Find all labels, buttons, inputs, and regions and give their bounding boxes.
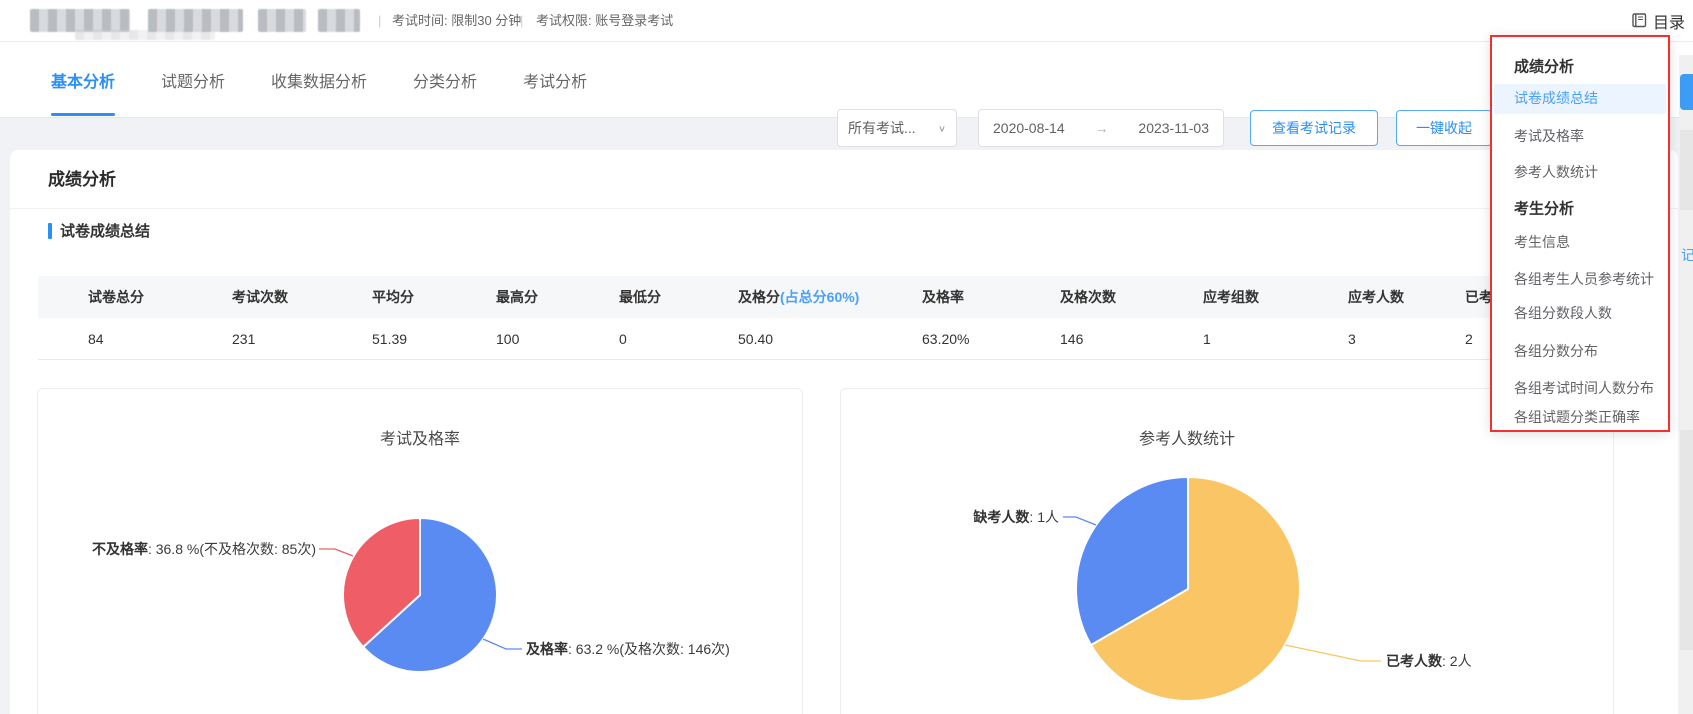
tab-5[interactable]: 考试分析 [523,44,587,116]
table-value-cell: 1 [1203,331,1211,347]
table-header-cell: 及格率 [922,289,964,305]
table-header-cell: 最高分 [496,289,538,305]
summary-table-header: 试卷总分 考试次数 平均分 最高分 最低分 及格分(占总分60%) 及格率 及格次数 应考组数 应… [38,276,1650,318]
label-leader-line [319,548,354,557]
catalog-item[interactable]: 各组考生人员参考统计 [1514,269,1654,289]
catalog-item[interactable]: 各组考试时间人数分布 [1514,378,1654,398]
table-value-cell: 63.20% [922,331,970,347]
table-header-cell: 及格分(占总分60%) [738,289,860,305]
label-leader-line [482,638,522,650]
catalog-item[interactable]: 各组试题分类正确率 [1514,407,1640,427]
table-header-cell: 最低分 [619,289,661,305]
date-start-value: 2020-08-14 [993,120,1065,136]
exam-analysis-page: | 考试时间: 限制30 分钟 | 考试权限: 账号登录考试 目录 基本分析 试题… [0,0,1693,714]
pie-chart-svg [1063,476,1381,702]
cutoff-link-fragment: 记 [1681,247,1693,263]
catalog-group-title: 成绩分析 [1514,58,1575,76]
tab-3[interactable]: 收集数据分析 [271,44,367,116]
table-value-cell: 146 [1060,331,1084,347]
table-value-cell: 50.40 [738,331,774,347]
pass-rate-chart-card: 考试及格率 不及格率: 36.8 %(不及格次数: 85次) 及格率: 63.2 %… [37,388,803,714]
main-content-card: 成绩分析 试卷成绩总结 试卷总分 考试次数 平均分 最高分 最低分 及格分(占总分60%)… [10,150,1678,714]
table-header-cell: 考试次数 [232,289,288,305]
top-header: | 考试时间: 限制30 分钟 | 考试权限: 账号登录考试 目录 [0,0,1693,42]
date-end-value: 2023-11-03 [1138,120,1209,136]
table-header-cell: 平均分 [372,289,414,305]
right-strip-segment [1680,130,1693,210]
catalog-item[interactable]: 考试及格率 [1514,126,1584,146]
table-value-cell: 231 [232,331,256,347]
tab-4[interactable]: 分类分析 [413,44,477,116]
table-value-cell: 0 [619,331,627,347]
chevron-down-icon: ∨ [937,123,946,134]
tab-1[interactable]: 基本分析 [51,44,116,116]
date-range-arrow-icon: → [1094,120,1109,136]
table-header-cell: 及格次数 [1060,289,1116,305]
table-value-cell: 100 [496,331,520,347]
catalog-panel: 成绩分析试卷成绩总结 考试及格率参考人数统计 考生分析考生信息各组考生人员参考统计各… [1490,35,1670,432]
right-strip-segment [1680,430,1693,650]
exam-permission-info: 考试权限: 账号登录考试 [536,13,674,28]
label-leader-line [1284,644,1381,662]
section-title: 成绩分析 [48,170,116,189]
analysis-tabs: 基本分析 试题分析 收集数据分析 分类分析 考试分析 [51,42,587,117]
participation-chart-card: 参考人数统计 缺考人数: 1人 已考人数: 2人 [840,388,1614,714]
header-separator: | [378,13,382,28]
book-icon [1631,13,1648,29]
catalog-group-title: 考生分析 [1514,200,1575,218]
table-header-cell: 试卷总分 [88,289,144,305]
catalog-item[interactable]: 试卷成绩总结 [1514,88,1598,108]
catalog-item[interactable]: 考生信息 [1514,232,1570,252]
censored-title-block [30,9,130,32]
subsection-header: 试卷成绩总结 [48,220,150,241]
summary-table-row: 84 231 51.39 100 0 50.40 63.20% 146 1 3 2 [38,318,1650,360]
section-divider [10,208,1678,209]
table-value-cell: 84 [88,331,104,347]
censored-subtitle-block [75,30,215,40]
table-value-cell: 3 [1348,331,1356,347]
table-value-cell: 51.39 [372,331,408,347]
censored-title-block [258,9,306,32]
tab-2[interactable]: 试题分析 [161,44,225,116]
header-separator: | [520,13,524,28]
catalog-item[interactable]: 各组分数段人数 [1514,303,1612,323]
table-header-cell: 应考组数 [1203,289,1259,305]
censored-title-block [318,9,360,32]
cutoff-blue-button[interactable] [1680,74,1693,110]
exam-time-info: 考试时间: 限制30 分钟 [392,13,522,28]
catalog-item[interactable]: 各组分数分布 [1514,341,1598,361]
exam-select-value: 所有考试... [848,120,916,136]
date-range-input[interactable]: 2020-08-14 → 2023-11-03 [978,109,1224,147]
tab-toolbar-band: 基本分析 试题分析 收集数据分析 分类分析 考试分析 所有考试... ∨ 2020-08… [0,42,1693,147]
blue-bar-icon [48,222,52,239]
view-exam-records-button[interactable]: 查看考试记录 [1250,110,1378,146]
catalog-item[interactable]: 参考人数统计 [1514,162,1598,182]
table-value-cell: 2 [1465,331,1473,347]
subsection-title: 试卷成绩总结 [60,223,151,240]
censored-title-block [148,9,243,32]
collapse-all-button[interactable]: 一键收起 [1396,110,1492,146]
catalog-label: 目录 [1652,15,1685,32]
pass-score-note: (占总分60%) [780,289,860,305]
label-leader-line [1063,516,1097,526]
pie-chart-svg [319,517,522,673]
table-header-cell: 应考人数 [1348,289,1404,305]
exam-select[interactable]: 所有考试... ∨ [837,109,957,147]
